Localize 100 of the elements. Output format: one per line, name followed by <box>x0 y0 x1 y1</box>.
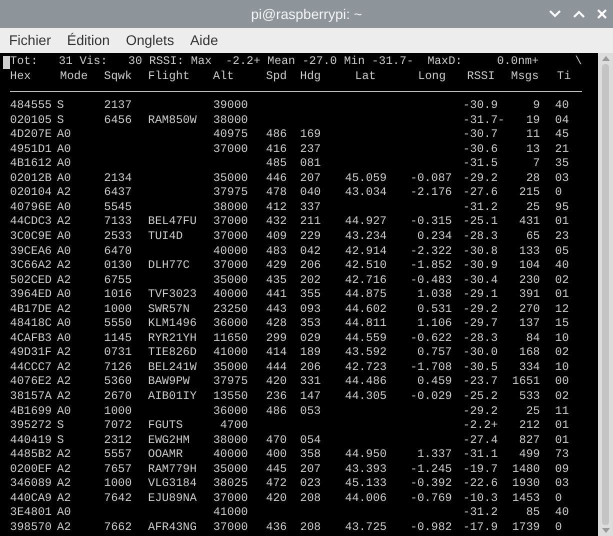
window-title: pi@raspberrypi: ~ <box>250 6 362 22</box>
column-header: RSSI <box>466 70 496 84</box>
table-cell: 4700 <box>220 419 248 432</box>
close-icon[interactable] <box>597 9 607 19</box>
table-cell: 137 <box>519 317 540 330</box>
table-cell: -28.3 <box>463 332 498 345</box>
table-cell: 237 <box>300 142 321 156</box>
table-cell: 353 <box>300 317 321 330</box>
table-cell: 5360 <box>104 375 132 388</box>
table-cell: 7072 <box>104 419 132 432</box>
scroll-up-icon[interactable] <box>602 56 610 61</box>
scroll-down-icon[interactable] <box>602 528 610 533</box>
table-cell: 40796E <box>10 200 52 214</box>
table-cell: 10 <box>555 332 569 345</box>
table-cell: 0 <box>555 186 562 200</box>
table-cell: 7 <box>533 157 540 170</box>
table-cell: 502CED <box>10 274 52 287</box>
table-cell: -30.9 <box>463 259 498 272</box>
menu-item[interactable]: Onglets <box>126 30 174 51</box>
table-cell: 440CA9 <box>10 492 52 505</box>
table-cell: 02 <box>555 346 569 360</box>
table-cell: RAM850W <box>148 114 197 127</box>
table-cell: 01 <box>555 288 569 302</box>
table-cell: 48418C <box>10 317 52 330</box>
table-cell: 35 <box>555 157 569 170</box>
table-cell: 2134 <box>104 172 132 185</box>
table-cell: 331 <box>300 375 321 388</box>
table-cell: 4076E2 <box>10 375 52 388</box>
table-cell: 443 <box>266 302 287 316</box>
table-cell: 38000 <box>213 434 248 447</box>
table-cell: SWR57N <box>148 302 190 316</box>
table-cell: 44.305 <box>345 390 387 404</box>
table-cell: 211 <box>300 215 321 228</box>
table-cell: 95 <box>555 200 569 214</box>
table-cell: A2 <box>57 520 71 534</box>
table-cell: 03 <box>555 477 569 490</box>
table-cell: 44.950 <box>345 448 387 462</box>
menu-item[interactable]: Fichier <box>9 30 52 51</box>
menu-item[interactable]: Édition <box>67 30 110 51</box>
table-cell: 02 <box>555 274 569 287</box>
table-cell: 827 <box>519 434 540 447</box>
table-cell: 395272 <box>10 419 52 432</box>
table-cell: 299 <box>266 332 287 345</box>
table-cell: 5557 <box>104 448 132 462</box>
table-cell: 09 <box>555 462 569 476</box>
table-cell: 4B17DE <box>10 302 52 316</box>
table-cell: 37975 <box>213 375 248 388</box>
minimize-icon[interactable] <box>549 10 561 18</box>
table-cell: 054 <box>300 434 321 447</box>
table-cell: 429 <box>266 259 287 272</box>
table-cell: S <box>57 114 64 127</box>
table-cell: 4B1612 <box>10 157 52 170</box>
table-cell: 35000 <box>213 274 248 287</box>
table-cell: DLH77C <box>148 259 190 272</box>
table-cell: -28.3 <box>463 230 498 244</box>
table-cell: 19 <box>526 114 540 127</box>
table-cell: 10 <box>555 360 569 374</box>
table-cell: AIB01IY <box>148 390 197 404</box>
table-cell: 39CEA6 <box>10 244 52 258</box>
table-cell: 4CAFB3 <box>10 332 52 345</box>
table-cell: 6456 <box>104 114 132 127</box>
table-cell: 202 <box>300 274 321 287</box>
table-cell: KLM1496 <box>148 317 197 330</box>
table-cell: 7133 <box>104 215 132 228</box>
menu-item[interactable]: Aide <box>190 30 218 51</box>
table-cell: -1.245 <box>410 462 452 476</box>
table-cell: 4485B2 <box>10 448 52 462</box>
maximize-icon[interactable] <box>573 10 585 18</box>
table-cell: A0 <box>57 142 71 156</box>
table-cell: -31.7- <box>463 114 505 127</box>
table-cell: 44.875 <box>345 288 387 302</box>
table-cell: 2312 <box>104 434 132 447</box>
table-cell: A0 <box>57 288 71 302</box>
table-cell: -2.176 <box>410 186 452 200</box>
table-cell: 6755 <box>104 274 132 287</box>
table-cell: 486 <box>266 128 287 142</box>
scrollbar-thumb[interactable] <box>602 64 609 525</box>
table-cell: A2 <box>57 448 71 462</box>
table-cell: 207 <box>300 172 321 185</box>
table-cell: 36000 <box>213 317 248 330</box>
table-cell: -25.1 <box>463 215 498 228</box>
table-cell: 147 <box>300 390 321 404</box>
table-cell: 4951D1 <box>10 142 52 156</box>
table-cell: 0.757 <box>417 346 452 360</box>
table-cell: 37000 <box>213 230 248 244</box>
table-cell: -30.6 <box>463 142 498 156</box>
table-cell: 01 <box>555 434 569 447</box>
table-cell: 020105 <box>10 114 52 127</box>
table-cell: -27.6 <box>463 186 498 200</box>
scrollbar[interactable] <box>598 53 613 536</box>
table-cell: A2 <box>57 302 71 316</box>
column-header: Hdg <box>300 70 322 84</box>
table-cell: -31.1 <box>463 448 498 462</box>
table-cell: -1.708 <box>410 360 452 374</box>
table-cell: 478 <box>266 186 287 200</box>
table-cell: 446 <box>266 172 287 185</box>
column-header: Long <box>417 70 447 84</box>
table-cell: 6470 <box>104 244 132 258</box>
table-cell: 04 <box>555 114 569 127</box>
column-header: Alt <box>213 70 235 84</box>
